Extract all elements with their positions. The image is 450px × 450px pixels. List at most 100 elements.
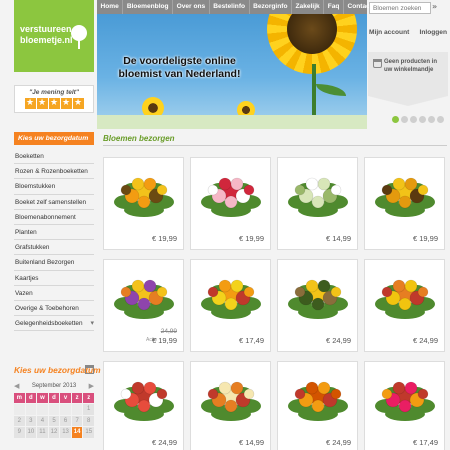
slider-dots <box>392 116 444 123</box>
sidebar-item[interactable]: Rozen & Rozenboeketten <box>14 164 94 180</box>
nav-item-home[interactable]: Home <box>97 0 124 14</box>
product-card[interactable]: € 19,99 <box>190 157 271 250</box>
calendar-day[interactable]: 11 <box>37 427 48 438</box>
calendar-icon[interactable] <box>85 365 94 374</box>
product-price: € 19,99 <box>412 234 438 243</box>
sidebar-heading[interactable]: Kies uw bezorgdatum <box>14 132 94 145</box>
old-price: 24,99 <box>160 328 177 335</box>
calendar-day[interactable]: 9 <box>14 427 25 438</box>
sidebar-item[interactable]: Bloemstukken <box>14 179 94 195</box>
nav-item-over-ons[interactable]: Over ons <box>173 0 210 14</box>
rating-badge[interactable]: "Je mening telt" ★ ★ ★ ★ ★ <box>14 85 94 113</box>
login-link[interactable]: Inloggen <box>420 28 447 37</box>
slider-dot[interactable] <box>428 116 435 123</box>
nav-item-bestelinfo[interactable]: Bestelinfo <box>210 0 250 14</box>
product-price: € 14,99 <box>325 234 351 243</box>
product-card[interactable]: € 19,99 <box>364 157 445 250</box>
calendar-day[interactable]: 1 <box>83 404 94 415</box>
calendar-day[interactable]: 7 <box>71 415 83 426</box>
sidebar-item[interactable]: Boeket zelf samenstellen <box>14 195 94 210</box>
cart-tab-shape <box>368 96 448 106</box>
calendar-day[interactable]: 3 <box>25 415 37 426</box>
slider-dot[interactable] <box>410 116 417 123</box>
bouquet-image <box>114 381 174 421</box>
bouquet-image <box>375 177 435 217</box>
slider-dot[interactable] <box>401 116 408 123</box>
nav-item-bezorginfo[interactable]: Bezorginfo <box>250 0 292 14</box>
calendar-day[interactable]: 2 <box>14 415 25 426</box>
bouquet-image <box>375 381 435 421</box>
sidebar-item[interactable]: Kaartjes <box>14 271 94 286</box>
calendar-weekday: m <box>14 393 25 403</box>
calendar-day-selected[interactable]: 14 <box>71 427 83 438</box>
calendar-day[interactable]: 10 <box>25 427 37 438</box>
sidebar-item[interactable]: Planten <box>14 225 94 241</box>
product-card[interactable]: € 19,99 <box>103 157 184 250</box>
sidebar-item[interactable]: Gelegenheidsboeketten <box>14 316 94 332</box>
bouquet-image <box>201 279 261 319</box>
product-card[interactable]: € 14,99 <box>190 361 271 450</box>
product-price: € 19,99 <box>151 234 177 243</box>
product-card[interactable]: € 24,99 <box>277 259 358 352</box>
nav-item-faq[interactable]: Faq <box>324 0 344 14</box>
product-card[interactable]: € 24,99 <box>277 361 358 450</box>
star-icon: ★ <box>72 98 84 109</box>
nav-item-zakelijk[interactable]: Zakelijk <box>292 0 325 14</box>
slider-dot[interactable] <box>392 116 399 123</box>
category-list: Boeketten Rozen & Rozenboeketten Bloemstuk… <box>14 149 94 332</box>
calendar-day[interactable]: 6 <box>60 415 71 426</box>
calendar-grid: m d w d v z z 1 2 3 4 5 6 7 8 9 10 11 12 13 14 15 <box>14 393 94 438</box>
page-title: Bloemen bezorgen <box>103 133 447 146</box>
calendar-weekday: z <box>71 393 83 403</box>
my-account-link[interactable]: Mijn account <box>369 28 409 37</box>
calendar-day[interactable]: 15 <box>83 427 94 438</box>
sidebar-item[interactable]: Vazen <box>14 286 94 301</box>
bouquet-image <box>288 381 348 421</box>
sidebar-item[interactable]: Bloemenabonnement <box>14 210 94 225</box>
calendar-nav: ◀ September 2013 ▶ <box>14 380 94 393</box>
prev-month-icon[interactable]: ◀ <box>14 380 19 393</box>
product-card[interactable]: € 24,99 <box>103 361 184 450</box>
calendar-day <box>14 404 25 415</box>
shopping-cart[interactable]: Geen producten in uw winkelmandje <box>368 52 448 96</box>
hero-ground <box>97 115 367 129</box>
next-month-icon[interactable]: ▶ <box>89 380 94 393</box>
product-card[interactable]: € 24,99 <box>364 259 445 352</box>
calendar-day <box>37 404 48 415</box>
slider-dot[interactable] <box>419 116 426 123</box>
star-icon: ★ <box>24 98 36 109</box>
calendar-day <box>25 404 37 415</box>
date-picker: ◀ September 2013 ▶ m d w d v z z 1 2 3 4 5 6 7 8 9 10 11 1… <box>14 380 94 438</box>
calendar-day[interactable]: 4 <box>37 415 48 426</box>
product-price: € 19,99 <box>238 234 264 243</box>
product-card[interactable]: € 17,49 <box>190 259 271 352</box>
calendar-weekday: d <box>25 393 37 403</box>
calendar-day <box>71 404 83 415</box>
sidebar-item[interactable]: Overige & Toebehoren <box>14 301 94 317</box>
hero-banner[interactable]: De voordeligste online bloemist van Nede… <box>97 14 367 129</box>
calendar-weekday: z <box>83 393 94 403</box>
product-card[interactable]: € 17,49 <box>364 361 445 450</box>
sidebar-item[interactable]: Grafstukken <box>14 240 94 256</box>
logo[interactable]: verstuureen bloemetje.nl <box>14 0 94 72</box>
calendar-day[interactable]: 12 <box>48 427 60 438</box>
calendar-day[interactable]: 5 <box>48 415 60 426</box>
sidebar-item[interactable]: Boeketten <box>14 149 94 165</box>
hero-headline: De voordeligste online bloemist van Nede… <box>118 55 241 80</box>
search-submit-icon[interactable]: » <box>432 1 437 13</box>
bouquet-image <box>288 177 348 217</box>
slider-dot[interactable] <box>437 116 444 123</box>
search-input[interactable] <box>369 2 431 14</box>
calendar-day[interactable]: 13 <box>60 427 71 438</box>
product-price: € 24,99 <box>325 336 351 345</box>
bouquet-image <box>201 177 261 217</box>
calendar-day <box>48 404 60 415</box>
sidebar-item[interactable]: Buitenland Bezorgen <box>14 255 94 271</box>
product-card[interactable]: € 14,99 <box>277 157 358 250</box>
nav-item-bloemenblog[interactable]: Bloemenblog <box>123 0 174 14</box>
bouquet-image <box>288 279 348 319</box>
calendar-day <box>60 404 71 415</box>
calendar-day[interactable]: 8 <box>83 415 94 426</box>
sunflower-leaf <box>316 84 346 96</box>
product-card[interactable]: 24,99 Actie € 19,99 <box>103 259 184 352</box>
